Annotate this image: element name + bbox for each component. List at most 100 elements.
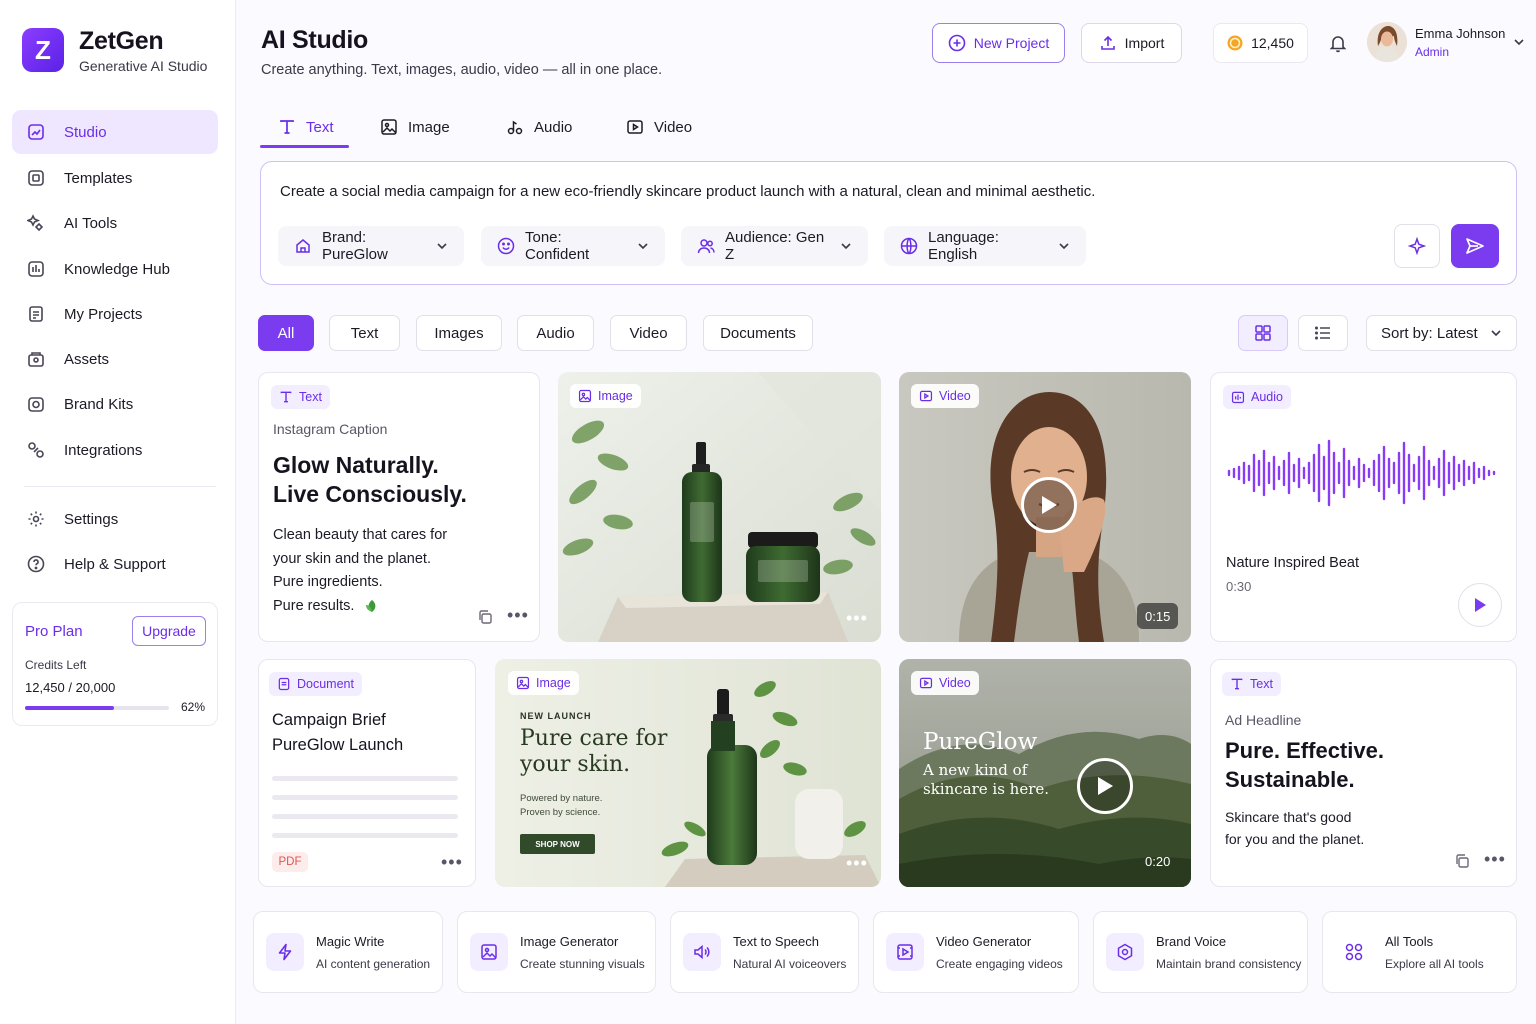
audio-card[interactable]: Audio Nature Inspired Beat 0:30 <box>1210 372 1517 642</box>
tone-chip[interactable]: Tone: Confident <box>481 226 665 266</box>
sidebar-item-label: Settings <box>64 510 119 528</box>
image-card-ad[interactable]: Image NEW LAUNCH Pure care for your skin… <box>495 659 881 887</box>
document-card[interactable]: Document Campaign Brief PureGlow Launch … <box>258 659 476 887</box>
tool-brand-voice[interactable]: Brand Voice Maintain brand consistency <box>1093 911 1308 993</box>
filter-documents[interactable]: Documents <box>703 315 813 351</box>
ad-cta-button: SHOP NOW <box>520 834 595 854</box>
send-button[interactable] <box>1451 224 1499 268</box>
more-options-icon[interactable]: ••• <box>846 608 868 629</box>
copy-icon[interactable] <box>1454 853 1470 869</box>
body-line: Pure results. <box>273 597 355 614</box>
credits-label: Credits Left <box>25 658 87 672</box>
credits-pill[interactable]: 12,450 <box>1213 23 1308 63</box>
tool-video-generator[interactable]: Video Generator Create engaging videos <box>873 911 1079 993</box>
app-logo[interactable]: Z <box>22 28 64 72</box>
grid-view-button[interactable] <box>1238 315 1288 351</box>
tool-all-tools[interactable]: All Tools Explore all AI tools <box>1322 911 1517 993</box>
sidebar-divider <box>24 486 216 487</box>
filter-audio[interactable]: Audio <box>517 315 594 351</box>
text-card-headline[interactable]: Text Ad Headline Pure. Effective. Sustai… <box>1210 659 1517 887</box>
filter-video[interactable]: Video <box>610 315 687 351</box>
video-card-model[interactable]: Video 0:15 <box>899 372 1191 642</box>
image-card-products[interactable]: Image ••• <box>558 372 881 642</box>
play-button[interactable] <box>1021 477 1077 533</box>
upgrade-button[interactable]: Upgrade <box>132 616 206 646</box>
tab-audio[interactable]: Audio <box>488 106 590 148</box>
sidebar-item-studio[interactable]: Studio <box>12 110 218 154</box>
filter-text[interactable]: Text <box>329 315 400 351</box>
brand-kits-icon <box>26 394 46 414</box>
sidebar-item-settings[interactable]: Settings <box>12 497 218 541</box>
more-options-icon[interactable]: ••• <box>441 852 463 873</box>
headline-line: Pure. Effective. <box>1225 738 1384 763</box>
ai-tools-icon <box>26 213 46 233</box>
list-view-button[interactable] <box>1298 315 1348 351</box>
chip-label: Tone: Confident <box>525 229 590 263</box>
play-button[interactable] <box>1077 758 1133 814</box>
tool-desc: Natural AI voiceovers <box>733 956 847 971</box>
new-project-label: New Project <box>973 35 1050 51</box>
tool-image-generator[interactable]: Image Generator Create stunning visuals <box>457 911 656 993</box>
bell-icon[interactable] <box>1328 33 1348 53</box>
smile-icon <box>497 237 515 255</box>
more-options-icon[interactable]: ••• <box>1484 849 1506 870</box>
sidebar-item-brand-kits[interactable]: Brand Kits <box>12 382 218 426</box>
enhance-prompt-button[interactable] <box>1394 224 1440 268</box>
more-options-icon[interactable]: ••• <box>507 605 529 626</box>
ad-tagline-line: Powered by nature. <box>520 793 603 804</box>
tool-magic-write[interactable]: Magic Write AI content generation <box>253 911 443 993</box>
prompt-input[interactable]: Create a social media campaign for a new… <box>280 183 1095 200</box>
tab-label: Audio <box>534 118 573 136</box>
sidebar-item-assets[interactable]: Assets <box>12 337 218 381</box>
copy-icon[interactable] <box>477 609 493 625</box>
play-icon <box>1039 494 1059 516</box>
video-card-landscape[interactable]: Video PureGlow A new kind of skincare is… <box>899 659 1191 887</box>
overlay-line: skincare is here. <box>923 780 1050 798</box>
tool-desc: Explore all AI tools <box>1385 956 1484 971</box>
badge-label: Video <box>939 389 971 403</box>
user-role: Admin <box>1415 45 1450 59</box>
new-project-button[interactable]: New Project <box>932 23 1065 63</box>
grid-icon <box>1254 324 1272 342</box>
sidebar-item-integrations[interactable]: Integrations <box>12 428 218 472</box>
body-line: for you and the planet. <box>1225 831 1365 847</box>
card-kicker: Instagram Caption <box>273 421 388 437</box>
type-badge: Image <box>508 671 579 695</box>
more-options-icon[interactable]: ••• <box>846 853 868 874</box>
import-button[interactable]: Import <box>1081 23 1182 63</box>
credits-count: 12,450 <box>1251 35 1294 51</box>
body-line: Skincare that's good <box>1225 809 1352 825</box>
tab-image[interactable]: Image <box>362 106 468 148</box>
tab-text[interactable]: Text <box>260 106 352 148</box>
file-type-badge: PDF <box>272 852 308 872</box>
sidebar-item-knowledge-hub[interactable]: Knowledge Hub <box>12 247 218 291</box>
sidebar-item-ai-tools[interactable]: AI Tools <box>12 201 218 245</box>
audio-play-button[interactable] <box>1458 583 1502 627</box>
tab-video[interactable]: Video <box>608 106 710 148</box>
title-line: PureGlow Launch <box>272 736 404 754</box>
card-body: Skincare that's good for you and the pla… <box>1225 806 1364 850</box>
language-chip[interactable]: Language: English <box>884 226 1086 266</box>
credits-progress-fill <box>25 706 115 710</box>
tool-text-to-speech[interactable]: Text to Speech Natural AI voiceovers <box>670 911 859 993</box>
credits-percent: 62% <box>181 700 206 714</box>
tool-desc: Create stunning visuals <box>520 956 645 971</box>
avatar[interactable] <box>1367 22 1407 62</box>
text-card-caption[interactable]: Text Instagram Caption Glow Naturally. L… <box>258 372 540 642</box>
sidebar-item-templates[interactable]: Templates <box>12 156 218 200</box>
chevron-down-icon[interactable] <box>1513 37 1525 47</box>
filter-all[interactable]: All <box>258 315 314 351</box>
sidebar-item-my-projects[interactable]: My Projects <box>12 292 218 336</box>
type-badge: Audio <box>1223 385 1291 409</box>
filter-images[interactable]: Images <box>416 315 502 351</box>
type-badge: Text <box>271 385 330 409</box>
audio-duration: 0:30 <box>1226 579 1252 594</box>
audience-chip[interactable]: Audience: Gen Z <box>681 226 868 266</box>
sidebar-item-help[interactable]: Help & Support <box>12 542 218 586</box>
brand-chip[interactable]: Brand: PureGlow <box>278 226 464 266</box>
card-headline: Pure. Effective. Sustainable. <box>1225 736 1384 794</box>
app-subtitle: Generative AI Studio <box>79 58 208 74</box>
tool-title: Image Generator <box>520 933 619 949</box>
integrations-icon <box>26 440 46 460</box>
sort-dropdown[interactable]: Sort by: Latest <box>1366 315 1517 351</box>
